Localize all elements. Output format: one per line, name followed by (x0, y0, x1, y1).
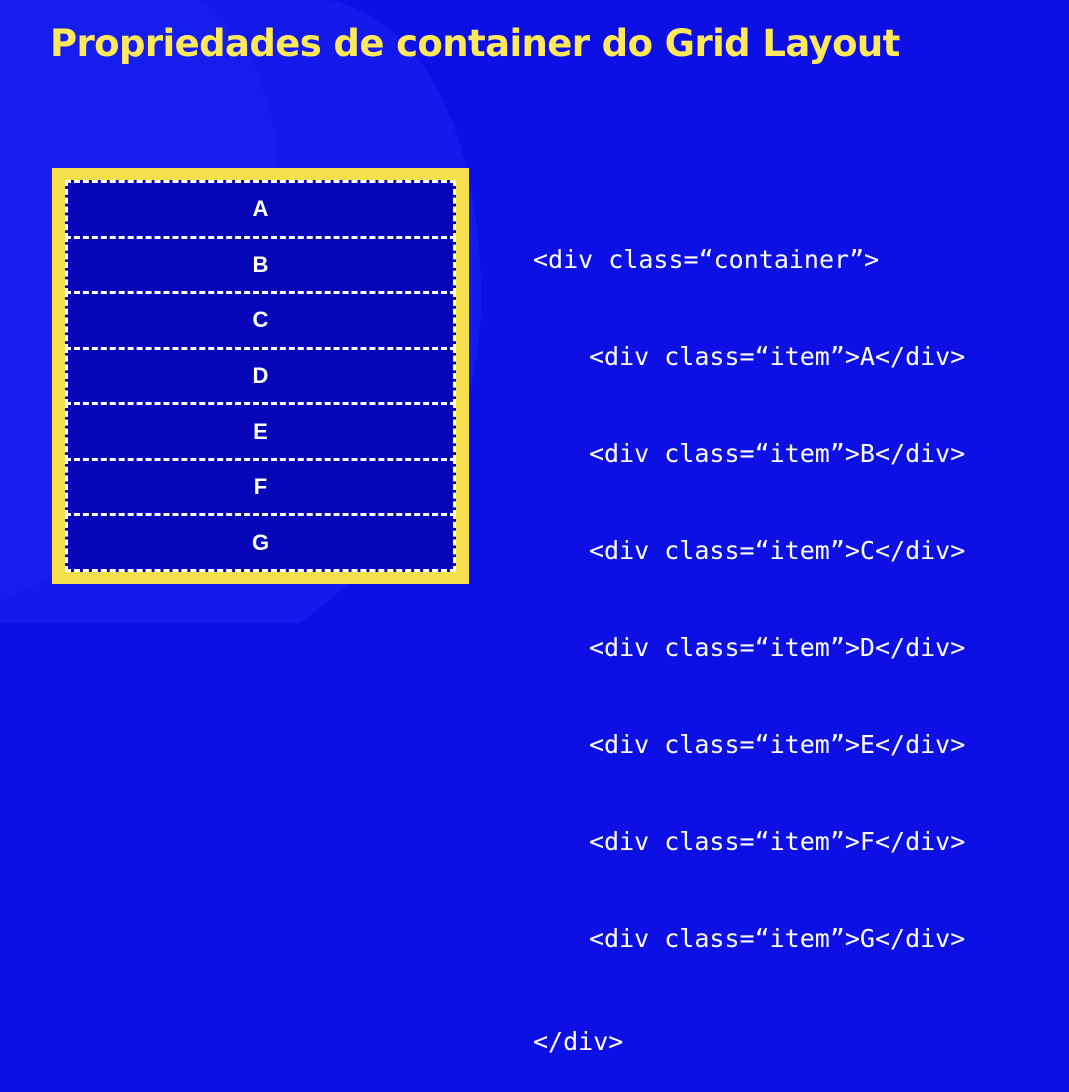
code-line-item-d: <div class=“item”>D</div> (589, 633, 966, 662)
slide-title: Propriedades de container do Grid Layout (50, 22, 900, 65)
code-line-item-c: <div class=“item”>C</div> (589, 536, 966, 565)
grid-item-e: E (65, 402, 456, 461)
code-line-item-g: <div class=“item”>G</div> (589, 924, 966, 953)
grid-item-d: D (65, 346, 456, 406)
code-line-container-close: </div> (533, 1027, 624, 1056)
grid-item-a: A (65, 180, 456, 239)
grid-item-g: G (65, 513, 456, 573)
grid-item-c: C (65, 291, 456, 350)
grid-item-b: B (65, 235, 456, 295)
grid-item-stack: A B C D E F G (65, 180, 456, 573)
code-line-container-open: <div class=“container”> (533, 245, 880, 274)
html-code-sample: <div class=“container”> <div class=“item… (533, 184, 965, 1092)
code-line-item-b: <div class=“item”>B</div> (589, 439, 966, 468)
grid-item-f: F (65, 457, 456, 517)
code-line-item-f: <div class=“item”>F</div> (589, 827, 966, 856)
code-line-item-a: <div class=“item”>A</div> (589, 342, 966, 371)
code-line-item-e: <div class=“item”>E</div> (589, 730, 966, 759)
grid-container-demo: A B C D E F G (52, 168, 469, 584)
